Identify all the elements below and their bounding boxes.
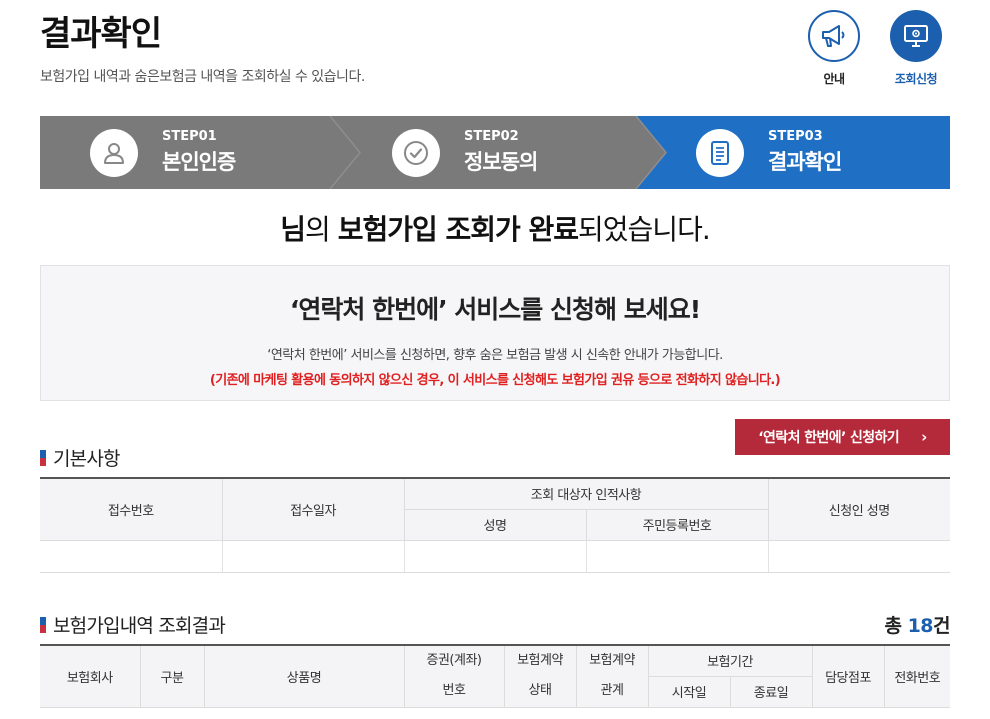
- completion-part2: 되었습니다.: [578, 213, 711, 246]
- completion-part1: 의: [305, 213, 338, 246]
- promo-warning: (기존에 마케팅 활용에 동의하지 않으신 경우, 이 서비스를 신청해도 보험…: [209, 373, 781, 388]
- step-progress-bar: STEP01 본인인증 STEP02 정보동의 STEP03 결과확인: [40, 116, 950, 189]
- step-3-name: 결과확인: [768, 150, 842, 174]
- inquiry-apply-quick-link[interactable]: 조회신청: [886, 10, 946, 87]
- table-row: [40, 540, 950, 573]
- total-count-number: 18: [907, 615, 934, 637]
- header-receipt-date: 접수일자: [221, 477, 405, 541]
- completion-message: 님의 보험가입 조회가 완료되었습니다.: [0, 208, 990, 248]
- header-contract-status: 보험계약 상태: [503, 644, 577, 708]
- section-marker-icon: [40, 449, 46, 466]
- header-start-date: 시작일: [648, 675, 731, 708]
- step-2-number: STEP02: [464, 129, 519, 144]
- header-policy-no: 증권(계좌) 번호: [403, 644, 505, 708]
- cell-rrn: [585, 540, 769, 573]
- insurance-results-table: 보험회사 구분 상품명 증권(계좌) 번호 보험계약 상태 보험계약 관계 보험…: [40, 644, 950, 708]
- results-section-title: 보험가입내역 조회결과: [40, 611, 226, 638]
- promo-title: ‘연락처 한번에’ 서비스를 신청해 보세요!: [289, 295, 701, 324]
- header-subject-group: 조회 대상자 인적사항: [403, 477, 769, 510]
- step-1-number: STEP01: [162, 129, 217, 144]
- header-contract-relation: 보험계약 관계: [575, 644, 649, 708]
- info-quick-link[interactable]: 안내: [804, 10, 864, 87]
- monitor-icon: [890, 10, 942, 62]
- header-branch: 담당점포: [811, 644, 885, 708]
- header-company: 보험회사: [40, 644, 141, 708]
- header-product: 상품명: [203, 644, 405, 708]
- section-marker-icon: [40, 616, 46, 633]
- header-name: 성명: [404, 508, 587, 541]
- page-description: 보험가입 내역과 숨은보험금 내역을 조회하실 수 있습니다.: [40, 69, 365, 85]
- total-count: 총 18건: [884, 615, 950, 637]
- cell-receipt-date: [221, 540, 405, 573]
- cell-name: [403, 540, 587, 573]
- name-suffix: 님: [280, 213, 306, 246]
- step-2: STEP02 정보동의: [392, 116, 538, 189]
- person-icon: [90, 128, 138, 177]
- basic-info-title: 기본사항: [53, 448, 121, 470]
- cell-applicant-name: [767, 540, 950, 573]
- completion-bold: 보험가입 조회가 완료: [337, 213, 579, 246]
- step-1-name: 본인인증: [162, 150, 236, 174]
- promo-description: ‘연락처 한번에’ 서비스를 신청하면, 향후 숨은 보험금 발생 시 신속한 …: [267, 348, 723, 363]
- basic-info-section-title: 기본사항: [40, 444, 121, 471]
- contact-service-apply-button[interactable]: ‘연락처 한번에’ 신청하기 ›: [735, 419, 950, 455]
- document-icon: [696, 128, 744, 177]
- megaphone-icon: [808, 10, 860, 62]
- header-applicant-name: 신청인 성명: [767, 477, 950, 541]
- header-phone: 전화번호: [883, 644, 950, 708]
- page-title: 결과확인: [40, 14, 162, 54]
- header-end-date: 종료일: [729, 675, 812, 708]
- basic-info-table: 접수번호 접수일자 조회 대상자 인적사항 신청인 성명 성명 주민등록번호: [40, 477, 950, 573]
- step-2-name: 정보동의: [464, 150, 538, 174]
- step-3: STEP03 결과확인: [696, 116, 842, 189]
- inquiry-apply-label: 조회신청: [894, 72, 938, 86]
- info-label: 안내: [823, 72, 845, 86]
- check-circle-icon: [392, 128, 440, 177]
- step-1: STEP01 본인인증: [90, 116, 236, 189]
- apply-button-label: ‘연락처 한번에’ 신청하기: [758, 430, 900, 446]
- header-type: 구분: [139, 644, 205, 708]
- header-period: 보험기간: [647, 644, 813, 677]
- step-3-number: STEP03: [768, 129, 823, 144]
- chevron-right-icon: ›: [921, 428, 927, 446]
- contact-service-promo-box: ‘연락처 한번에’ 서비스를 신청해 보세요! ‘연락처 한번에’ 서비스를 신…: [40, 265, 950, 401]
- header-rrn: 주민등록번호: [585, 508, 768, 541]
- results-title: 보험가입내역 조회결과: [53, 615, 226, 637]
- cell-receipt-no: [40, 540, 223, 573]
- header-receipt-no: 접수번호: [40, 477, 223, 541]
